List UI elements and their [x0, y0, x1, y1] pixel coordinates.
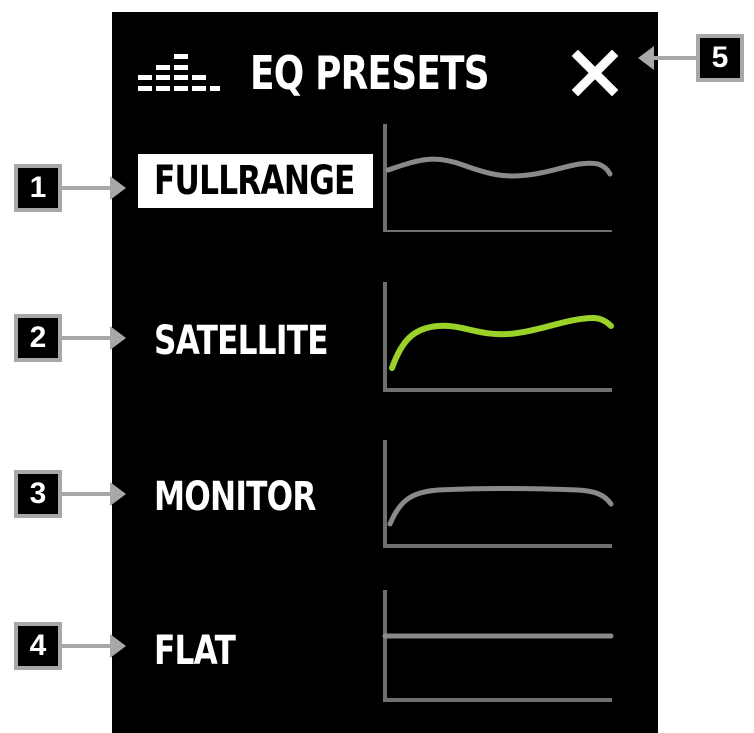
header: EQ PRESETS [138, 40, 634, 102]
callout-arrow [110, 482, 126, 506]
callout-arrow [638, 46, 654, 70]
eq-curve-line [387, 486, 614, 527]
preset-monitor[interactable]: MONITOR [112, 436, 658, 548]
callout-badge: 4 [14, 622, 62, 670]
close-icon[interactable] [572, 50, 618, 96]
eq-curve-graph [383, 282, 614, 392]
preset-fullrange[interactable]: FULLRANGE [112, 120, 658, 232]
callout-line [654, 56, 696, 60]
eq-curve-graph [382, 590, 614, 702]
callout-line [62, 644, 112, 648]
eq-presets-screen: EQ PRESETS FULLRANGE SATELLITE MONITOR F… [112, 12, 658, 733]
callout-badge: 2 [14, 314, 62, 362]
callout-badge: 3 [14, 470, 62, 518]
callout-arrow [110, 176, 126, 200]
callout-badge: 1 [14, 164, 62, 212]
callout-line [62, 186, 112, 190]
callout-badge: 5 [696, 34, 744, 82]
eq-curve-line [389, 314, 614, 371]
preset-label: FULLRANGE [154, 158, 355, 204]
preset-label: MONITOR [154, 474, 316, 520]
callout-arrow [110, 634, 126, 658]
device-display-annotated: EQ PRESETS FULLRANGE SATELLITE MONITOR F… [0, 0, 754, 733]
eq-curve-line [385, 156, 613, 179]
callout-line [62, 336, 112, 340]
preset-label: SATELLITE [154, 318, 329, 364]
callout-line [62, 492, 112, 496]
preset-label: FLAT [154, 628, 236, 674]
callout-arrow [110, 326, 126, 350]
preset-flat[interactable]: FLAT [112, 590, 658, 702]
eq-curve-graph [383, 124, 613, 232]
page-title: EQ PRESETS [250, 46, 490, 100]
eq-curve-graph [383, 440, 614, 548]
preset-satellite[interactable]: SATELLITE [112, 280, 658, 392]
selected-highlight: FULLRANGE [138, 154, 373, 208]
equalizer-bars-icon [138, 54, 220, 91]
